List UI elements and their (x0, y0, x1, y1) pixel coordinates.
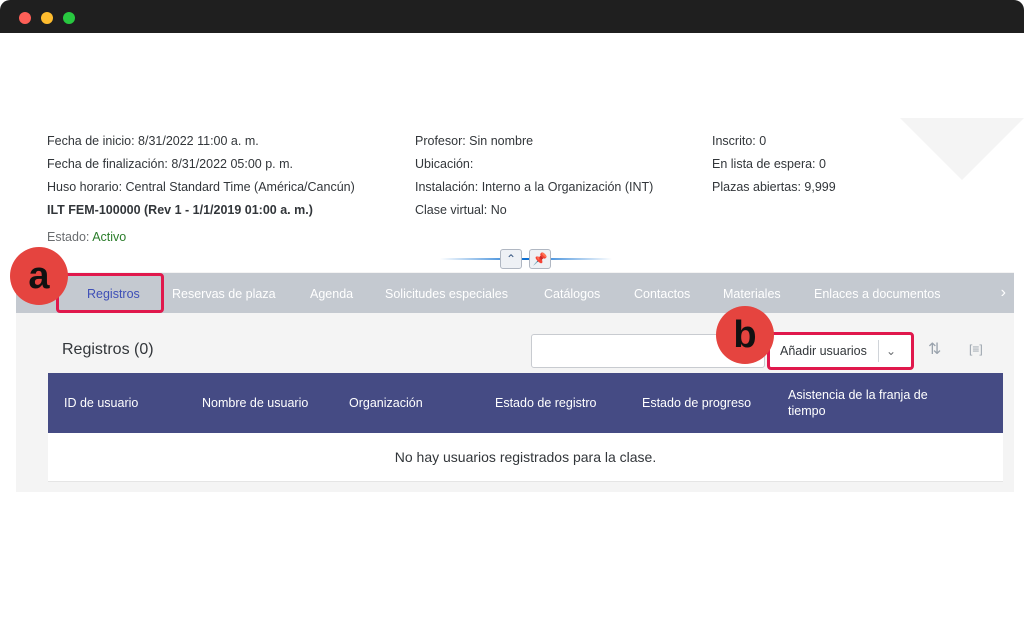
window-title-bar (0, 0, 1024, 33)
table-body: No hay usuarios registrados para la clas… (48, 433, 1003, 482)
column-header-registration-status[interactable]: Estado de registro (495, 373, 635, 433)
waitlist-count: En lista de espera: 0 (712, 157, 826, 171)
chevron-right-icon[interactable]: › (1001, 273, 1006, 313)
registrations-title: Registros (0) (62, 341, 154, 358)
add-users-control: Añadir usuarios ⌄ (767, 332, 914, 370)
end-date: Fecha de finalización: 8/31/2022 05:00 p… (47, 157, 293, 171)
facility: Instalación: Interno a la Organización (… (415, 180, 654, 194)
callout-b-badge: b (716, 306, 774, 364)
column-header-user-id[interactable]: ID de usuario (64, 373, 194, 433)
collapse-header-button[interactable]: ⌃ (500, 249, 522, 269)
decorative-shape (900, 118, 1024, 180)
enrolled-count: Inscrito: 0 (712, 134, 767, 148)
chevron-up-icon: ⌃ (505, 252, 517, 266)
column-header-user-name[interactable]: Nombre de usuario (202, 373, 342, 433)
tab-contactos[interactable]: Contactos (634, 273, 690, 313)
tab-bar: Registros Reservas de plaza Agenda Solic… (16, 273, 1014, 313)
tab-enlaces-a-documentos[interactable]: Enlaces a documentos (814, 273, 940, 313)
open-seats: Plazas abiertas: 9,999 (712, 180, 836, 194)
maximize-window-button[interactable] (63, 12, 75, 24)
column-header-organization[interactable]: Organización (349, 373, 489, 433)
tab-agenda[interactable]: Agenda (310, 273, 353, 313)
header-divider (440, 258, 612, 260)
tab-solicitudes-especiales[interactable]: Solicitudes especiales (385, 273, 508, 313)
close-window-button[interactable] (19, 12, 31, 24)
pin-icon: 📌 (532, 252, 548, 266)
start-date: Fecha de inicio: 8/31/2022 11:00 a. m. (47, 134, 259, 148)
minimize-window-button[interactable] (41, 12, 53, 24)
column-header-attendance[interactable]: Asistencia de la franja de tiempo (788, 373, 938, 433)
add-users-button[interactable]: Añadir usuarios (780, 335, 867, 367)
tab-reservas-de-plaza[interactable]: Reservas de plaza (172, 273, 276, 313)
status-line: Estado: Activo (47, 230, 126, 244)
empty-table-message: No hay usuarios registrados para la clas… (394, 449, 657, 465)
column-settings-icon[interactable]: [≡] (969, 342, 983, 356)
tab-catalogos[interactable]: Catálogos (544, 273, 600, 313)
location: Ubicación: (415, 157, 474, 171)
status-badge: Activo (92, 230, 127, 244)
callout-a-badge: a (10, 247, 68, 305)
chevron-down-icon[interactable]: ⌄ (886, 335, 896, 367)
class-dates-info: Fecha de inicio: 8/31/2022 11:00 a. m. F… (47, 130, 355, 222)
instructor: Profesor: Sin nombre (415, 134, 534, 148)
table-header: ID de usuario Nombre de usuario Organiza… (48, 373, 1003, 433)
pin-header-button[interactable]: 📌 (529, 249, 551, 269)
class-seat-info: Inscrito: 0 En lista de espera: 0 Plazas… (712, 130, 836, 199)
class-id: ILT FEM-100000 (Rev 1 - 1/1/2019 01:00 a… (47, 203, 313, 217)
status-label: Estado: (47, 230, 90, 244)
time-zone: Huso horario: Central Standard Time (Amé… (47, 180, 355, 194)
button-separator (878, 340, 879, 362)
virtual-class: Clase virtual: No (415, 203, 507, 217)
class-location-info: Profesor: Sin nombre Ubicación: Instalac… (415, 130, 653, 222)
column-header-progress-status[interactable]: Estado de progreso (642, 373, 782, 433)
sort-icon[interactable]: ⇅ (928, 339, 941, 359)
tab-highlight-frame (56, 273, 164, 313)
